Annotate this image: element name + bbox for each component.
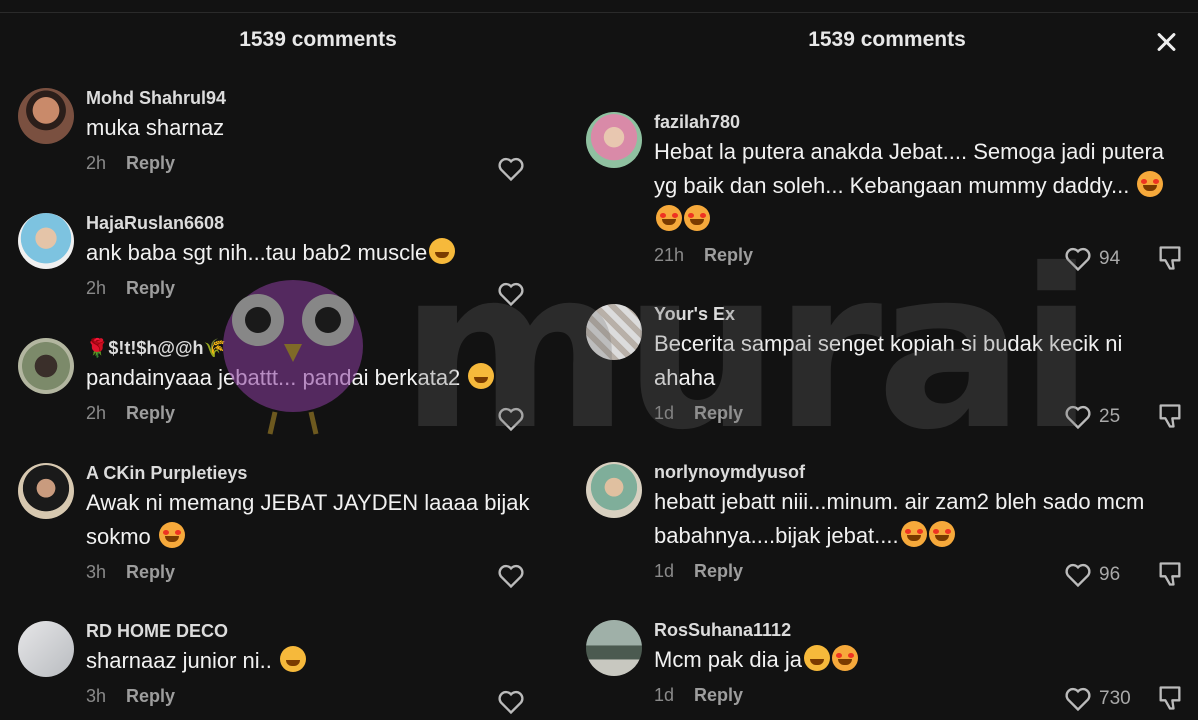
reply-button[interactable]: Reply xyxy=(694,561,743,581)
avatar[interactable] xyxy=(18,338,74,394)
avatar[interactable] xyxy=(586,304,642,360)
comment-text: ank baba sgt nih...tau bab2 muscle xyxy=(86,240,428,265)
dislike-icon[interactable] xyxy=(1156,560,1184,588)
smiling-hearts-emoji-icon xyxy=(1137,171,1164,197)
avatar[interactable] xyxy=(586,620,642,676)
comment-username[interactable]: A CKin Purpletieys xyxy=(86,463,572,484)
avatar[interactable] xyxy=(586,462,642,518)
smiling-hearts-emoji-icon xyxy=(900,521,927,547)
comment-username[interactable]: Your's Ex xyxy=(654,304,1184,325)
reply-button[interactable]: Reply xyxy=(126,153,175,173)
comments-count-title: 1539 comments xyxy=(239,28,397,51)
comment-text: muka sharnaz xyxy=(86,115,225,140)
smiling-hearts-emoji-icon xyxy=(158,522,185,548)
smiling-hearts-emoji-icon xyxy=(684,205,710,231)
reply-button[interactable]: Reply xyxy=(694,403,743,423)
reply-button[interactable]: Reply xyxy=(694,685,743,705)
like-count: 96 xyxy=(1099,564,1121,585)
comment-time: 3h xyxy=(86,686,107,706)
like-count: 25 xyxy=(1099,406,1121,427)
comment-username[interactable]: fazilah780 xyxy=(654,112,1174,133)
smiling-hearts-emoji-icon xyxy=(656,205,682,231)
heart-icon[interactable] xyxy=(1064,686,1092,712)
sweat-smile-emoji-icon xyxy=(280,646,307,672)
heart-icon[interactable] xyxy=(1064,246,1092,272)
avatar[interactable] xyxy=(18,621,74,677)
reply-button[interactable]: Reply xyxy=(126,278,175,298)
heart-icon[interactable] xyxy=(497,689,525,715)
reply-button[interactable]: Reply xyxy=(704,245,753,265)
heart-icon[interactable] xyxy=(497,281,525,307)
comment-time: 1d xyxy=(654,561,675,581)
avatar[interactable] xyxy=(18,213,74,269)
heart-icon[interactable] xyxy=(497,156,525,182)
comment-text: sharnaaz junior ni.. xyxy=(86,648,272,673)
comment-time: 1d xyxy=(654,685,675,705)
like-count: 94 xyxy=(1099,248,1121,269)
comment-username[interactable]: norlynoymdyusof xyxy=(654,462,1154,483)
comment-time: 2h xyxy=(86,278,107,298)
reply-button[interactable]: Reply xyxy=(126,562,175,582)
comment-text: Awak ni memang JEBAT JAYDEN laaaa bijak … xyxy=(86,490,530,549)
laughing-emoji-icon xyxy=(468,363,495,389)
heart-icon[interactable] xyxy=(497,406,525,432)
comment-username[interactable]: Mohd Shahrul94 xyxy=(86,88,572,109)
heart-icon[interactable] xyxy=(1064,562,1092,588)
watermark-owl-logo xyxy=(223,280,363,435)
laughing-emoji-icon xyxy=(429,238,456,264)
dislike-icon[interactable] xyxy=(1156,684,1184,712)
comment-time: 1d xyxy=(654,403,675,423)
comment-text: hebatt jebatt niii...minum. air zam2 ble… xyxy=(654,489,1145,548)
heart-icon[interactable] xyxy=(497,563,525,589)
comment-time: 3h xyxy=(86,562,107,582)
avatar[interactable] xyxy=(586,112,642,168)
reply-button[interactable]: Reply xyxy=(126,686,175,706)
avatar[interactable] xyxy=(18,463,74,519)
reply-button[interactable]: Reply xyxy=(126,403,175,423)
grinning-squint-emoji-icon xyxy=(803,645,830,671)
heart-icon[interactable] xyxy=(1064,404,1092,430)
close-icon[interactable] xyxy=(1150,26,1182,58)
dislike-icon[interactable] xyxy=(1156,244,1184,272)
like-count: 730 xyxy=(1099,688,1131,709)
comment-username[interactable]: RD HOME DECO xyxy=(86,621,572,642)
right-comments-panel: 1539 comments fazilah780 Hebat la putera… xyxy=(572,0,1198,720)
comment-text: Hebat la putera anakda Jebat.... Semoga … xyxy=(654,139,1165,198)
comment-time: 21h xyxy=(654,245,685,265)
comment-username[interactable]: RosSuhana1112 xyxy=(654,620,1198,641)
smiling-hearts-emoji-icon xyxy=(928,521,955,547)
comment-username[interactable]: HajaRuslan6608 xyxy=(86,213,572,234)
comment-text: Becerita sampai senget kopiah si budak k… xyxy=(654,331,1123,390)
comments-count-title: 1539 comments xyxy=(808,28,966,51)
dislike-icon[interactable] xyxy=(1156,402,1184,430)
avatar[interactable] xyxy=(18,88,74,144)
comment-text: Mcm pak dia ja xyxy=(654,647,802,672)
heart-eyes-emoji-icon xyxy=(831,645,858,671)
comment-time: 2h xyxy=(86,403,107,423)
comment-time: 2h xyxy=(86,153,107,173)
